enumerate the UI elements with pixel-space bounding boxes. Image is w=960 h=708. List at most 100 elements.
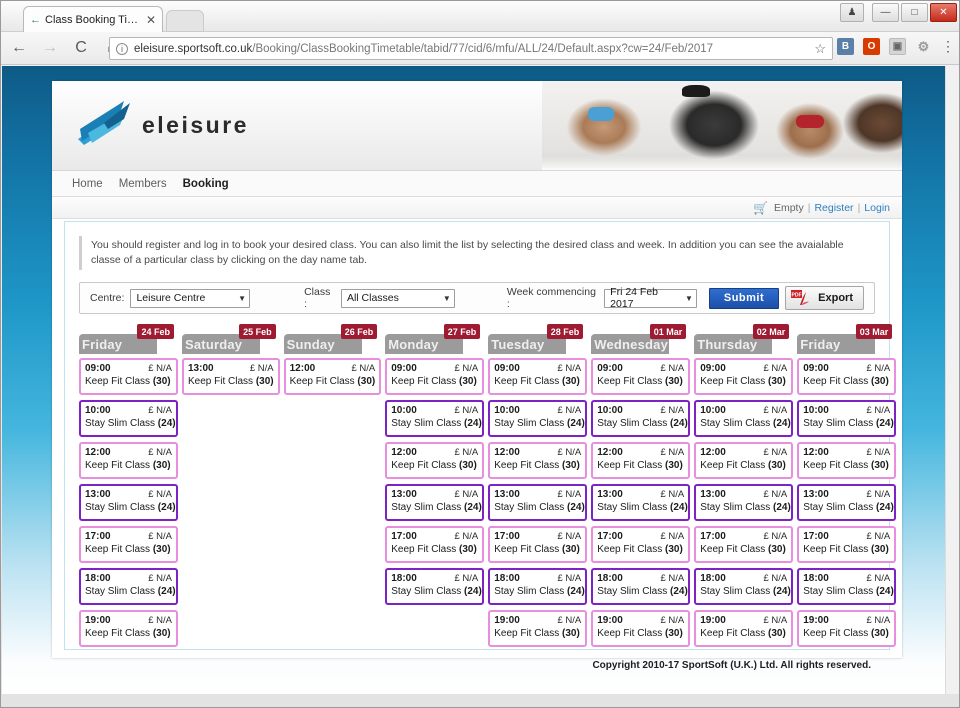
class-slot[interactable]: 13:00 £ N/A Stay Slim Class (24) [385,484,485,521]
class-slot[interactable]: 09:00 £ N/A Keep Fit Class (30) [797,358,897,395]
class-slot-name: Stay Slim Class (24) [597,418,688,429]
nav-item-booking[interactable]: Booking [183,178,229,190]
tab-close-icon[interactable]: ✕ [146,13,156,27]
class-slot[interactable]: 10:00 £ N/A Stay Slim Class (24) [797,400,897,437]
class-slot[interactable]: 09:00 £ N/A Keep Fit Class (30) [79,358,178,395]
class-slot-header: 17:00 £ N/A [391,531,478,542]
site-header: eleisure [52,81,902,171]
class-select[interactable]: All Classes ▼ [340,288,455,308]
class-slot[interactable]: 10:00 £ N/A Stay Slim Class (24) [79,400,178,437]
class-slot[interactable]: 18:00 £ N/A Stay Slim Class (24) [591,568,691,605]
site-logo[interactable]: eleisure [74,99,249,151]
class-slot[interactable]: 19:00 £ N/A Keep Fit Class (30) [591,610,691,647]
class-slot-price: £ N/A [866,447,891,458]
class-slot[interactable]: 18:00 £ N/A Stay Slim Class (24) [797,568,897,605]
class-slot[interactable]: 19:00 £ N/A Keep Fit Class (30) [797,610,897,647]
week-select[interactable]: Fri 24 Feb 2017 ▼ [604,286,697,310]
shopping-cart-icon[interactable]: 🛒 [753,201,768,215]
class-slot-header: 09:00 £ N/A [700,363,787,374]
class-slot[interactable]: 18:00 £ N/A Stay Slim Class (24) [385,568,485,605]
nav-item-members[interactable]: Members [119,178,167,190]
close-window-button[interactable]: ✕ [930,3,957,22]
class-slot[interactable]: 19:00 £ N/A Keep Fit Class (30) [79,610,178,647]
class-slot[interactable]: 13:00 £ N/A Stay Slim Class (24) [694,484,794,521]
class-slot[interactable]: 09:00 £ N/A Keep Fit Class (30) [488,358,588,395]
chevron-down-icon: ▼ [238,293,247,303]
empty-slot [182,526,280,563]
class-slot-name: Stay Slim Class (24) [85,586,176,597]
nav-item-home[interactable]: Home [72,178,103,190]
login-link[interactable]: Login [864,202,890,214]
centre-select[interactable]: Leisure Centre ▼ [130,288,251,308]
class-slot[interactable]: 12:00 £ N/A Keep Fit Class (30) [79,442,178,479]
extension-b-icon[interactable]: B [837,38,854,55]
class-slot[interactable]: 19:00 £ N/A Keep Fit Class (30) [694,610,794,647]
maximize-button[interactable]: □ [901,3,928,22]
class-slot-header: 12:00 £ N/A [803,447,890,458]
class-slot[interactable]: 13:00 £ N/A Stay Slim Class (24) [591,484,691,521]
class-slot-price: £ N/A [866,363,891,374]
class-slot-name: Stay Slim Class (24) [494,502,585,513]
browser-toolbar: ← → C ⌂ i eleisure.sportsoft.co.uk/Booki… [1,32,959,65]
class-slot-price: £ N/A [351,363,376,374]
site-info-icon[interactable]: i [116,42,128,55]
address-bar[interactable]: i eleisure.sportsoft.co.uk/Booking/Class… [109,37,833,60]
class-slot[interactable]: 09:00 £ N/A Keep Fit Class (30) [385,358,485,395]
class-slot[interactable]: 19:00 £ N/A Keep Fit Class (30) [488,610,588,647]
day-header: Wednesday 01 Mar [591,324,690,354]
class-slot[interactable]: 17:00 £ N/A Keep Fit Class (30) [591,526,691,563]
class-slot[interactable]: 13:00 £ N/A Stay Slim Class (24) [488,484,588,521]
register-link[interactable]: Register [814,202,853,214]
extension-gear-icon[interactable]: ⚙ [915,38,932,55]
class-slot-header: 09:00 £ N/A [803,363,890,374]
day-column: Friday 24 Feb 09:00 £ N/A Keep Fit Class (30… [79,324,178,652]
class-slot[interactable]: 10:00 £ N/A Stay Slim Class (24) [694,400,794,437]
reload-icon[interactable]: C [68,35,94,61]
browser-menu-icon[interactable]: ⋮ [941,38,955,55]
class-slot[interactable]: 09:00 £ N/A Keep Fit Class (30) [591,358,691,395]
extension-gray-icon[interactable]: ▣ [889,38,906,55]
class-slot[interactable]: 17:00 £ N/A Keep Fit Class (30) [694,526,794,563]
class-slot-name: Keep Fit Class (30) [700,628,787,639]
class-slot[interactable]: 17:00 £ N/A Keep Fit Class (30) [79,526,178,563]
vertical-scrollbar[interactable] [945,66,959,694]
new-tab-button[interactable] [166,10,204,32]
extension-icons: B O ▣ ⚙ ⋮ [837,38,955,55]
bookmark-star-icon[interactable]: ☆ [814,41,826,57]
class-slot[interactable]: 18:00 £ N/A Stay Slim Class (24) [488,568,588,605]
class-slot[interactable]: 12:00 £ N/A Keep Fit Class (30) [694,442,794,479]
class-slot[interactable]: 12:00 £ N/A Keep Fit Class (30) [283,358,382,395]
class-slot[interactable]: 17:00 £ N/A Keep Fit Class (30) [488,526,588,563]
back-icon[interactable]: ← [6,35,32,61]
class-slot[interactable]: 13:00 £ N/A Stay Slim Class (24) [79,484,178,521]
class-slot[interactable]: 17:00 £ N/A Keep Fit Class (30) [797,526,897,563]
class-slot[interactable]: 12:00 £ N/A Keep Fit Class (30) [797,442,897,479]
class-slot[interactable]: 12:00 £ N/A Keep Fit Class (30) [385,442,485,479]
class-slot[interactable]: 10:00 £ N/A Stay Slim Class (24) [385,400,485,437]
centre-select-value: Leisure Centre [136,292,206,304]
class-slot[interactable]: 18:00 £ N/A Stay Slim Class (24) [79,568,178,605]
eleisure-swoosh-icon [78,101,130,145]
class-slot-title: Keep Fit Class [85,460,153,471]
class-slot[interactable]: 10:00 £ N/A Stay Slim Class (24) [591,400,691,437]
extension-office-icon[interactable]: O [863,38,880,55]
class-slot-capacity: (24) [773,502,791,513]
browser-tab[interactable]: ← Class Booking Timetable ✕ [23,6,163,32]
class-slot[interactable]: 12:00 £ N/A Keep Fit Class (30) [488,442,588,479]
class-slot[interactable]: 12:00 £ N/A Keep Fit Class (30) [591,442,691,479]
minimize-button[interactable]: — [872,3,899,22]
class-slot-header: 12:00 £ N/A [494,447,581,458]
class-slot[interactable]: 17:00 £ N/A Keep Fit Class (30) [385,526,485,563]
class-slot[interactable]: 13:00 £ N/A Stay Slim Class (24) [797,484,897,521]
class-slot[interactable]: 09:00 £ N/A Keep Fit Class (30) [694,358,794,395]
submit-button[interactable]: Submit [708,287,780,309]
class-slot-title: Stay Slim Class [803,418,877,429]
class-slot[interactable]: 10:00 £ N/A Stay Slim Class (24) [488,400,588,437]
class-slot-capacity: (24) [876,586,894,597]
class-slot[interactable]: 18:00 £ N/A Stay Slim Class (24) [694,568,794,605]
export-button[interactable]: PDF Export [785,286,864,310]
class-slot[interactable]: 13:00 £ N/A Keep Fit Class (30) [182,358,280,395]
class-slot-title: Keep Fit Class [597,544,666,555]
profile-button[interactable]: ♟ [840,3,864,22]
class-slot-name: Stay Slim Class (24) [700,586,791,597]
